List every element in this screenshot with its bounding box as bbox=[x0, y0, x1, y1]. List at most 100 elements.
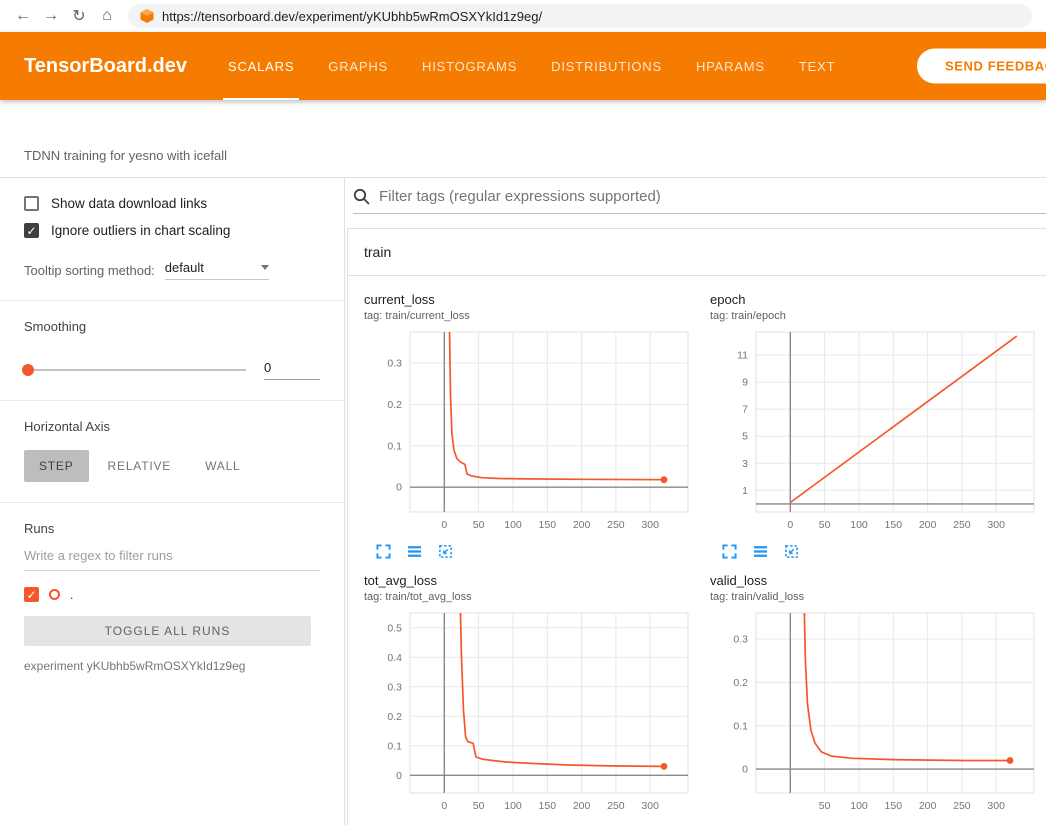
train-group-title: train bbox=[364, 244, 391, 260]
chart-tag: tag: train/valid_loss bbox=[710, 591, 1044, 603]
run-checkbox[interactable] bbox=[24, 587, 39, 602]
svg-text:0: 0 bbox=[396, 482, 402, 494]
svg-text:0: 0 bbox=[742, 764, 748, 776]
app-header: TensorBoard.dev SCALARSGRAPHSHISTOGRAMSD… bbox=[0, 32, 1046, 100]
train-group-card: train current_losstag: train/current_los… bbox=[347, 228, 1046, 825]
runs-section: Runs . TOGGLE ALL RUNS experiment yKUbhb… bbox=[0, 503, 344, 693]
tooltip-sorting-row: Tooltip sorting method: default bbox=[24, 260, 320, 280]
tab-histograms[interactable]: HISTOGRAMS bbox=[405, 32, 534, 100]
tab-scalars[interactable]: SCALARS bbox=[211, 32, 311, 100]
scalar-chart-plot[interactable]: 5010015020025030000.10.20.3 bbox=[710, 609, 1040, 817]
svg-text:100: 100 bbox=[504, 800, 522, 812]
svg-text:0.2: 0.2 bbox=[387, 399, 402, 411]
svg-text:200: 200 bbox=[919, 519, 937, 531]
runs-filter-input[interactable] bbox=[24, 540, 320, 571]
svg-text:300: 300 bbox=[987, 800, 1005, 812]
svg-text:0.1: 0.1 bbox=[387, 440, 402, 452]
axis-button-step[interactable]: STEP bbox=[24, 450, 89, 482]
svg-text:0.4: 0.4 bbox=[387, 652, 402, 664]
url-text: https://tensorboard.dev/experiment/yKUbh… bbox=[162, 9, 542, 24]
smoothing-slider-thumb[interactable] bbox=[22, 364, 34, 376]
smoothing-value-input[interactable]: 0 bbox=[264, 360, 320, 380]
view-data-icon[interactable] bbox=[407, 544, 422, 559]
ignore-outliers-checkbox[interactable] bbox=[24, 223, 39, 238]
ignore-outliers-row[interactable]: Ignore outliers in chart scaling bbox=[24, 223, 320, 238]
chart-toolbar bbox=[376, 544, 698, 559]
view-data-icon[interactable] bbox=[753, 544, 768, 559]
horizontal-axis-buttons: STEPRELATIVEWALL bbox=[24, 450, 320, 482]
show-download-links-row[interactable]: Show data download links bbox=[24, 196, 320, 211]
charts-grid: current_losstag: train/current_loss05010… bbox=[348, 276, 1046, 825]
svg-text:200: 200 bbox=[919, 800, 937, 812]
browser-toolbar: ← → ↻ ⌂ https://tensorboard.dev/experime… bbox=[0, 0, 1046, 32]
expand-chart-icon[interactable] bbox=[722, 544, 737, 559]
svg-text:250: 250 bbox=[607, 800, 625, 812]
chart-tag: tag: train/epoch bbox=[710, 310, 1044, 322]
show-download-links-label: Show data download links bbox=[51, 196, 207, 211]
svg-text:0: 0 bbox=[441, 800, 447, 812]
axis-button-relative[interactable]: RELATIVE bbox=[93, 450, 187, 482]
tab-distributions[interactable]: DISTRIBUTIONS bbox=[534, 32, 679, 100]
svg-text:50: 50 bbox=[473, 519, 485, 531]
tooltip-sorting-value: default bbox=[165, 260, 204, 275]
chart-card-current_loss: current_losstag: train/current_loss05010… bbox=[352, 284, 698, 565]
svg-text:50: 50 bbox=[819, 800, 831, 812]
svg-text:7: 7 bbox=[742, 404, 748, 416]
tooltip-sorting-select[interactable]: default bbox=[165, 260, 269, 280]
svg-text:0: 0 bbox=[396, 770, 402, 782]
run-name: . bbox=[70, 588, 73, 602]
smoothing-slider[interactable] bbox=[24, 369, 246, 371]
svg-text:0.5: 0.5 bbox=[387, 622, 402, 634]
send-feedback-button[interactable]: SEND FEEDBACK bbox=[917, 49, 1046, 84]
axis-button-wall[interactable]: WALL bbox=[190, 450, 255, 482]
smoothing-label: Smoothing bbox=[24, 319, 320, 334]
show-download-links-checkbox[interactable] bbox=[24, 196, 39, 211]
tag-filter[interactable]: Filter tags (regular expressions support… bbox=[353, 188, 1046, 214]
toggle-all-runs-button[interactable]: TOGGLE ALL RUNS bbox=[24, 616, 311, 646]
scalar-chart-plot[interactable]: 05010015020025030000.10.20.3 bbox=[364, 328, 694, 536]
browser-home-button[interactable]: ⌂ bbox=[94, 3, 120, 29]
tab-text[interactable]: TEXT bbox=[782, 32, 852, 100]
svg-text:250: 250 bbox=[607, 519, 625, 531]
expand-chart-icon[interactable] bbox=[376, 544, 391, 559]
header-tabs: SCALARSGRAPHSHISTOGRAMSDISTRIBUTIONSHPAR… bbox=[211, 32, 852, 100]
address-bar[interactable]: https://tensorboard.dev/experiment/yKUbh… bbox=[128, 4, 1032, 28]
tab-graphs[interactable]: GRAPHS bbox=[311, 32, 405, 100]
browser-back-button[interactable]: ← bbox=[10, 3, 36, 29]
scalar-chart-plot[interactable]: 0501001502002503001357911 bbox=[710, 328, 1040, 536]
search-icon bbox=[353, 188, 370, 205]
svg-text:150: 150 bbox=[539, 519, 557, 531]
main-content: Filter tags (regular expressions support… bbox=[345, 178, 1046, 825]
svg-text:100: 100 bbox=[850, 800, 868, 812]
runs-label: Runs bbox=[24, 521, 320, 536]
train-group-header[interactable]: train bbox=[348, 229, 1046, 276]
svg-text:100: 100 bbox=[504, 519, 522, 531]
chart-card-tot_avg_loss: tot_avg_losstag: train/tot_avg_loss05010… bbox=[352, 565, 698, 825]
screen: ← → ↻ ⌂ https://tensorboard.dev/experime… bbox=[0, 0, 1046, 825]
chart-tag: tag: train/tot_avg_loss bbox=[364, 591, 698, 603]
chart-title: valid_loss bbox=[710, 573, 1044, 588]
fit-domain-icon[interactable] bbox=[438, 544, 453, 559]
svg-text:300: 300 bbox=[641, 800, 659, 812]
tensorboard-favicon-icon bbox=[140, 9, 154, 23]
svg-text:250: 250 bbox=[953, 519, 971, 531]
horizontal-axis-label: Horizontal Axis bbox=[24, 419, 320, 434]
tab-hparams[interactable]: HPARAMS bbox=[679, 32, 782, 100]
fit-domain-icon[interactable] bbox=[784, 544, 799, 559]
svg-text:5: 5 bbox=[742, 431, 748, 443]
tensorboard-logo: TensorBoard.dev bbox=[24, 55, 187, 78]
run-row[interactable]: . bbox=[24, 587, 320, 602]
ignore-outliers-label: Ignore outliers in chart scaling bbox=[51, 223, 230, 238]
tooltip-sorting-label: Tooltip sorting method: bbox=[24, 263, 155, 278]
chart-toolbar bbox=[722, 544, 1044, 559]
svg-text:200: 200 bbox=[573, 800, 591, 812]
svg-text:250: 250 bbox=[953, 800, 971, 812]
experiment-caption: experiment yKUbhb5wRmOSXYkId1z9eg bbox=[24, 659, 320, 673]
browser-forward-button[interactable]: → bbox=[38, 3, 64, 29]
svg-text:3: 3 bbox=[742, 458, 748, 470]
horizontal-axis-section: Horizontal Axis STEPRELATIVEWALL bbox=[0, 401, 344, 502]
scalar-chart-plot[interactable]: 05010015020025030000.10.20.30.40.5 bbox=[364, 609, 694, 817]
run-color-swatch bbox=[49, 589, 60, 600]
svg-text:11: 11 bbox=[737, 350, 748, 362]
browser-refresh-button[interactable]: ↻ bbox=[66, 3, 92, 29]
